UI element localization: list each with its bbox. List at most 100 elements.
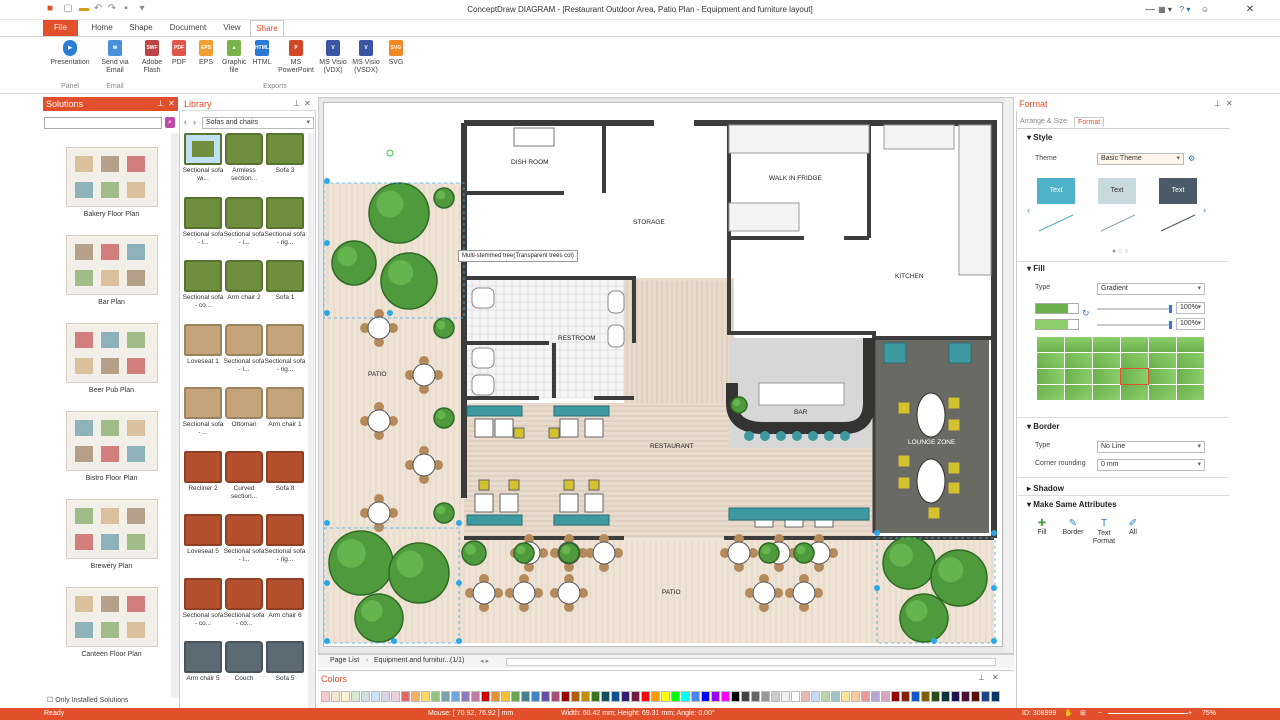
gradient-preset[interactable] (1149, 369, 1176, 384)
color-swatch[interactable] (341, 691, 350, 702)
fill-type-select[interactable]: Gradient (1097, 283, 1205, 295)
pin-icon[interactable]: ⊥ (978, 673, 985, 682)
gradient-preset[interactable] (1065, 353, 1092, 368)
library-item[interactable]: Sectional sofa - ... (182, 387, 224, 437)
gradient-preset[interactable] (1037, 369, 1064, 384)
gradient-preset[interactable] (1093, 385, 1120, 400)
library-item[interactable]: Arm chair 5 (182, 641, 224, 683)
library-item[interactable]: Sectional sofa - co... (182, 577, 224, 628)
page-tab[interactable]: Equipment and furnitur... (374, 657, 450, 664)
library-scrollbar[interactable] (308, 133, 315, 708)
color-swatch[interactable] (921, 691, 930, 702)
color-swatch[interactable] (451, 691, 460, 702)
color-swatch[interactable] (511, 691, 520, 702)
gradient-preset[interactable] (1093, 337, 1120, 352)
library-item[interactable]: Sectional sofa - rig... (264, 196, 306, 247)
tab-format[interactable]: Format (1074, 117, 1105, 127)
color-swatch[interactable] (441, 691, 450, 702)
color-swatch[interactable] (671, 691, 680, 702)
color-swatch[interactable] (721, 691, 730, 702)
color-swatch[interactable] (641, 691, 650, 702)
tab-view[interactable]: View (218, 20, 246, 36)
solutions-scrollbar[interactable] (171, 133, 179, 698)
corner-rounding-input[interactable]: 0 mm (1097, 459, 1205, 471)
color-swatch[interactable] (541, 691, 550, 702)
fill-color-2-picker[interactable] (1035, 319, 1079, 330)
gradient-preset[interactable] (1037, 337, 1064, 352)
solution-item[interactable]: Beer Pub Plan (43, 323, 179, 394)
fill-color-1-picker[interactable] (1035, 303, 1079, 314)
page-nav-icon[interactable]: ◂ ▸ (480, 657, 489, 665)
color-swatch[interactable] (911, 691, 920, 702)
color-swatch[interactable] (971, 691, 980, 702)
color-swatch[interactable] (961, 691, 970, 702)
color-swatch[interactable] (821, 691, 830, 702)
library-item[interactable]: Ottoman (223, 387, 265, 429)
color-swatch[interactable] (891, 691, 900, 702)
library-item[interactable]: Sectional sofa - rig... (264, 323, 306, 374)
tab-home[interactable]: Home (86, 20, 118, 36)
swap-colors-icon[interactable]: ↻ (1082, 308, 1090, 319)
solution-item[interactable]: Bistro Floor Plan (43, 411, 179, 482)
library-item[interactable]: Sectional sofa - rig... (264, 514, 306, 564)
pdf-button[interactable]: PDF PDF (167, 40, 191, 67)
forward-arrow-icon[interactable]: › (193, 117, 196, 127)
library-item[interactable]: Recliner 2 (182, 450, 224, 493)
account-icon[interactable]: ☺ (1190, 2, 1220, 18)
color-swatch[interactable] (711, 691, 720, 702)
adobe-flash-button[interactable]: SWF Adobe Flash (137, 40, 167, 75)
make-same-section-toggle[interactable]: ▾ Make Same Attributes (1027, 500, 1117, 509)
color-swatch[interactable] (661, 691, 670, 702)
opacity-input-2[interactable]: 100% (1176, 318, 1205, 330)
page-list-button[interactable]: Page List (330, 657, 359, 664)
color-swatch[interactable] (601, 691, 610, 702)
color-swatch[interactable] (991, 691, 1000, 702)
pin-icon[interactable]: ⊥ (157, 97, 164, 111)
fill-section-toggle[interactable]: ▾ Fill (1027, 264, 1045, 273)
send-via-email-button[interactable]: ✉ Send via Email (97, 40, 133, 75)
gradient-preset[interactable] (1093, 353, 1120, 368)
drawing-canvas-area[interactable]: DISH ROOM STORAGE WALK IN FRIDGE KITCHEN… (318, 97, 1014, 654)
color-swatch[interactable] (651, 691, 660, 702)
drawing-sheet[interactable]: DISH ROOM STORAGE WALK IN FRIDGE KITCHEN… (323, 102, 1003, 647)
color-swatch[interactable] (941, 691, 950, 702)
color-swatch[interactable] (371, 691, 380, 702)
close-button[interactable]: ✕ (1235, 2, 1265, 18)
zoom-out-icon[interactable]: − (1098, 708, 1102, 720)
gradient-preset[interactable] (1065, 369, 1092, 384)
gradient-preset[interactable] (1149, 337, 1176, 352)
eps-button[interactable]: EPS EPS (194, 40, 218, 67)
shadow-section-toggle[interactable]: ▸ Shadow (1027, 484, 1064, 493)
back-arrow-icon[interactable]: ‹ (184, 117, 187, 127)
library-item[interactable]: Sofa 3 (264, 133, 306, 175)
color-swatch[interactable] (691, 691, 700, 702)
color-swatch[interactable] (391, 691, 400, 702)
color-swatch[interactable] (811, 691, 820, 702)
tab-share[interactable]: Share (250, 20, 284, 36)
library-item[interactable]: Curved section... (223, 450, 265, 501)
solution-item[interactable]: Canteen Floor Plan (43, 587, 179, 658)
color-swatch[interactable] (861, 691, 870, 702)
gradient-preset[interactable] (1149, 385, 1176, 400)
color-swatch[interactable] (581, 691, 590, 702)
library-item[interactable]: Sofa 5 (264, 641, 306, 683)
carousel-dots[interactable]: ● ○ ○ (1112, 248, 1129, 255)
zoom-in-icon[interactable]: + (1188, 708, 1192, 720)
color-swatch[interactable] (831, 691, 840, 702)
color-swatch[interactable] (571, 691, 580, 702)
only-installed-checkbox[interactable]: ☐ Only Installed Solutions (47, 696, 128, 704)
prev-theme-icon[interactable]: ‹ (1027, 205, 1030, 215)
color-swatch[interactable] (321, 691, 330, 702)
opacity-input-1[interactable]: 100% (1176, 302, 1205, 314)
color-swatch[interactable] (611, 691, 620, 702)
gradient-preset[interactable] (1177, 337, 1204, 352)
color-swatch[interactable] (701, 691, 710, 702)
canvas-horizontal-scrollbar[interactable] (506, 658, 996, 666)
opacity-slider-1[interactable] (1097, 305, 1172, 313)
color-swatch[interactable] (461, 691, 470, 702)
minimize-button[interactable]: — (1135, 2, 1165, 18)
color-swatch[interactable] (741, 691, 750, 702)
gradient-preset[interactable] (1121, 385, 1148, 400)
color-swatch[interactable] (931, 691, 940, 702)
ms-visio-vdx-button[interactable]: V MS Visio (VDX) (317, 40, 349, 75)
